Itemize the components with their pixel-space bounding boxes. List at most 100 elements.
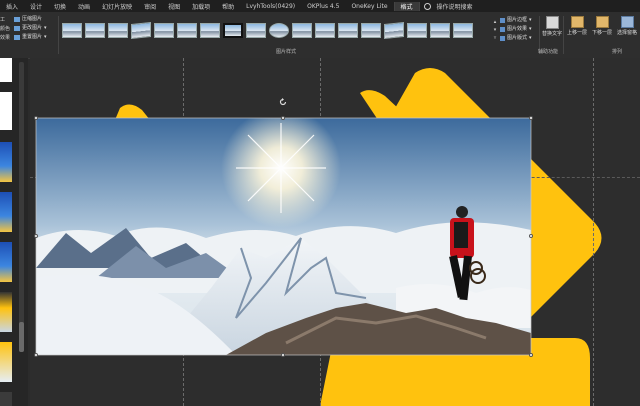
arrange-label: 排列 xyxy=(612,49,623,55)
picture-style-16[interactable] xyxy=(407,22,427,38)
bring-forward-label: 上移一层 xyxy=(566,30,587,36)
picture-style-5[interactable] xyxy=(154,22,174,38)
picture-style-8[interactable] xyxy=(223,22,243,38)
tab-insert[interactable]: 插入 xyxy=(0,2,24,11)
tab-view[interactable]: 视图 xyxy=(162,2,186,11)
picture-layout-button[interactable]: 图片版式 ▾ xyxy=(500,34,544,43)
resize-handle-bottom[interactable] xyxy=(281,353,285,357)
picture-style-3[interactable] xyxy=(108,22,128,38)
tab-animations[interactable]: 动画 xyxy=(72,2,96,11)
picture-style-7[interactable] xyxy=(200,22,220,38)
photo-image xyxy=(36,118,531,355)
resize-handle-bottom-right[interactable] xyxy=(529,353,533,357)
compress-pictures-button[interactable]: 压缩图片 xyxy=(14,15,54,24)
picture-style-4[interactable] xyxy=(131,21,151,39)
tab-addins[interactable]: 加载项 xyxy=(186,2,216,11)
chevron-down-icon: ▾ xyxy=(529,17,532,23)
more-icon[interactable]: ▿ xyxy=(492,34,498,42)
send-backward-icon xyxy=(595,16,609,28)
tab-slideshow[interactable]: 幻灯片放映 xyxy=(96,2,138,11)
partial-label-2[interactable]: 颜色 xyxy=(0,25,12,34)
rotate-handle-icon[interactable] xyxy=(279,98,287,106)
picture-styles-label: 图片样式 xyxy=(276,49,297,55)
tab-transitions[interactable]: 切换 xyxy=(48,2,72,11)
slide-thumbnail[interactable] xyxy=(0,142,12,182)
reset-icon xyxy=(14,35,20,40)
slide-thumbnail[interactable] xyxy=(0,192,12,232)
chevron-down-icon: ▾ xyxy=(44,34,47,40)
reset-label: 重置图片 xyxy=(22,34,43,40)
tell-me-search[interactable]: 操作说明搜索 xyxy=(431,2,479,11)
picture-border-button[interactable]: 图片边框 ▾ xyxy=(500,16,544,25)
menu-bar: 插入 设计 切换 动画 幻灯片放映 审阅 视图 加载项 帮助 LvyhTools… xyxy=(0,0,640,12)
picture-effects-label: 图片效果 xyxy=(507,26,528,32)
resize-handle-top-right[interactable] xyxy=(529,116,533,120)
slide-thumbnail[interactable] xyxy=(0,242,12,282)
picture-effects-button[interactable]: 图片效果 ▾ xyxy=(500,25,544,34)
change-picture-label: 更改图片 xyxy=(22,25,43,31)
picture-style-18[interactable] xyxy=(453,22,473,38)
chevron-down-icon: ▾ xyxy=(44,25,47,31)
change-picture-button[interactable]: 更改图片 ▾ xyxy=(14,24,54,33)
picture-style-10[interactable] xyxy=(269,22,289,38)
arrange-group: 上移一层 下移一层 选择窗格 xyxy=(566,16,640,36)
resize-handle-top[interactable] xyxy=(281,116,285,120)
resize-handle-top-left[interactable] xyxy=(34,116,38,120)
slide-canvas[interactable] xyxy=(30,58,640,406)
chevron-up-icon[interactable]: ▴ xyxy=(492,18,498,26)
send-backward-label: 下移一层 xyxy=(591,30,612,36)
selection-pane-label: 选择窗格 xyxy=(616,30,637,36)
picture-style-11[interactable] xyxy=(292,22,312,38)
border-icon xyxy=(500,18,505,23)
resize-handle-bottom-left[interactable] xyxy=(34,353,38,357)
slide-thumbnail-selected[interactable] xyxy=(0,342,12,382)
mountain-photo[interactable] xyxy=(36,118,531,355)
picture-style-15[interactable] xyxy=(384,21,404,39)
tab-format[interactable]: 格式 xyxy=(393,1,420,11)
tab-review[interactable]: 审阅 xyxy=(138,2,162,11)
vertical-guide xyxy=(593,58,594,406)
picture-style-17[interactable] xyxy=(430,22,450,38)
scrollbar-thumb[interactable] xyxy=(19,322,24,352)
slide-thumbnail[interactable] xyxy=(0,292,12,332)
slide-thumbnail[interactable] xyxy=(0,58,12,82)
tab-lvyhtools[interactable]: LvyhTools(0429) xyxy=(240,3,301,10)
ribbon-separator xyxy=(563,16,564,54)
selection-pane-button[interactable]: 选择窗格 xyxy=(616,16,638,36)
tab-okplus[interactable]: OKPlus 4.5 xyxy=(301,3,345,10)
gallery-scroll[interactable]: ▴ ▾ ▿ xyxy=(492,18,498,42)
picture-border-label: 图片边框 xyxy=(507,17,528,23)
chevron-down-icon: ▾ xyxy=(529,35,532,41)
tab-onekey[interactable]: OneKey Lite xyxy=(345,3,393,10)
picture-style-1[interactable] xyxy=(62,22,82,38)
tab-design[interactable]: 设计 xyxy=(24,2,48,11)
partial-label-3[interactable]: 效果 xyxy=(0,34,12,43)
resize-handle-right[interactable] xyxy=(529,234,533,238)
picture-style-2[interactable] xyxy=(85,22,105,38)
alt-text-icon xyxy=(545,16,559,29)
send-backward-button[interactable]: 下移一层 xyxy=(591,16,613,36)
reset-picture-button[interactable]: 重置图片 ▾ xyxy=(14,33,54,42)
alt-text-label: 替换文字 xyxy=(542,31,563,37)
tab-help[interactable]: 帮助 xyxy=(216,2,240,11)
ribbon: 工 颜色 效果 压缩图片 更改图片 ▾ 重置图片 ▾ ▴ ▾ ▿ 图片样式 图片… xyxy=(0,12,640,59)
resize-handle-left[interactable] xyxy=(34,234,38,238)
picture-layout-label: 图片版式 xyxy=(507,35,528,41)
picture-style-6[interactable] xyxy=(177,22,197,38)
slide-thumbnail[interactable] xyxy=(0,92,12,130)
picture-style-12[interactable] xyxy=(315,22,335,38)
alt-text-button[interactable]: 替换文字 xyxy=(542,16,562,37)
accessibility-label: 辅助功能 xyxy=(538,49,559,55)
partial-label-1[interactable]: 工 xyxy=(0,16,12,25)
slide-thumbnail[interactable] xyxy=(0,392,12,406)
effects-icon xyxy=(500,27,505,32)
picture-style-13[interactable] xyxy=(338,22,358,38)
thumbnail-scrollbar[interactable] xyxy=(19,62,24,352)
picture-style-9[interactable] xyxy=(246,22,266,38)
layout-icon xyxy=(500,36,505,41)
bring-forward-button[interactable]: 上移一层 xyxy=(566,16,588,36)
bring-forward-icon xyxy=(570,16,584,28)
chevron-down-icon[interactable]: ▾ xyxy=(492,26,498,34)
picture-style-14[interactable] xyxy=(361,22,381,38)
picture-styles-gallery xyxy=(62,18,490,42)
